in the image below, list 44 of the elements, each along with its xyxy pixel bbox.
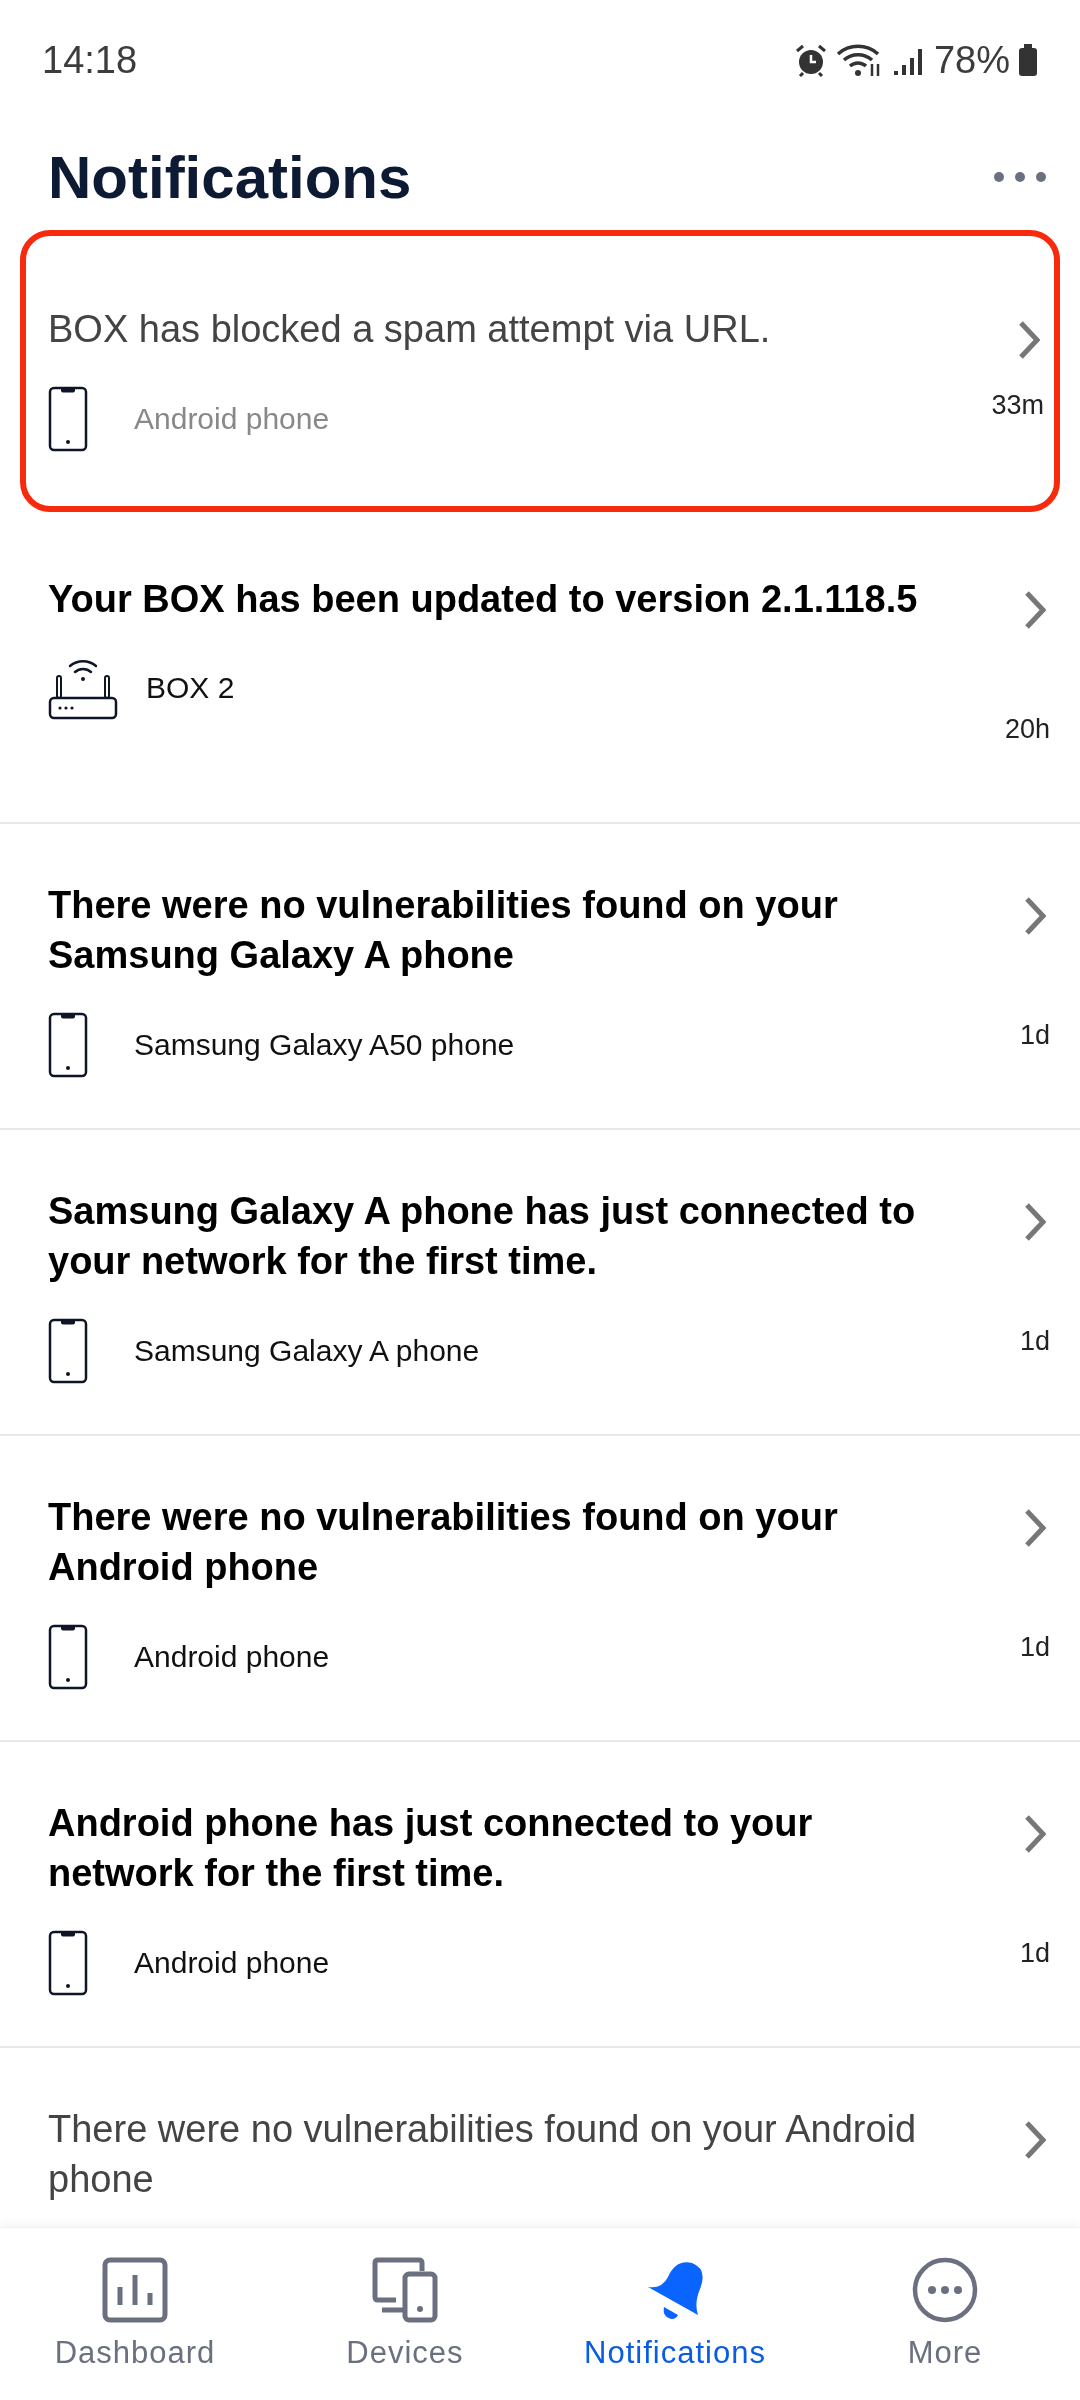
bar-chart-icon [102,2257,168,2323]
chevron-right-icon[interactable] [1018,320,1040,360]
notification-time: 1d [1019,1020,1050,1051]
notification-title[interactable]: There were no vulnerabilities found on your Android phone [48,2104,930,2204]
more-icon [912,2257,978,2323]
notification-title[interactable]: There were no vulnerabilities found on your Samsung Galaxy A phone [48,880,930,980]
notification-time: 1d [1019,1632,1050,1663]
notification-title[interactable]: Samsung Galaxy A phone has just connected to your network for the first time. [48,1186,930,1286]
battery-percent: 78% [933,38,1010,82]
page-title: Notifications [48,142,412,212]
notification-time: 1d [1019,1326,1050,1357]
phone-icon [48,1930,88,1996]
device-name: Samsung Galaxy A phone [134,1334,480,1368]
nav-tab[interactable]: Devices [270,2228,540,2400]
more-icon[interactable] [992,170,1048,184]
alarm-icon [793,43,828,77]
notification-time: 33m [991,390,1044,421]
device-name: Android phone [134,1946,330,1980]
chevron-right-icon[interactable] [1024,590,1046,630]
chevron-right-icon[interactable] [1024,1814,1046,1854]
devices-icon [372,2257,438,2323]
notification-time: 20h [1004,714,1050,745]
notification-title[interactable]: Android phone has just connected to your network for the first time. [48,1798,930,1898]
nav-tab[interactable]: More [810,2228,1080,2400]
status-time: 14:18 [42,38,138,82]
nav-tab[interactable]: Dashboard [0,2228,270,2400]
phone-icon [48,386,88,452]
battery-icon [1018,43,1038,77]
chevron-right-icon[interactable] [1024,1508,1046,1548]
notification-title[interactable]: BOX has blocked a spam attempt via URL. [48,304,950,354]
device-name: Android phone [134,402,330,436]
phone-icon [48,1624,88,1690]
chevron-right-icon[interactable] [1024,896,1046,936]
device-name: BOX 2 [146,671,235,705]
phone-icon [48,1012,88,1078]
device-name: Android phone [134,1640,330,1674]
chevron-right-icon[interactable] [1024,1202,1046,1242]
nav-tab[interactable]: Notifications [540,2228,810,2400]
notification-title[interactable]: There were no vulnerabilities found on your Android phone [48,1492,930,1592]
notification-title[interactable]: Your BOX has been updated to version 2.1.118.5 [48,574,930,624]
device-name: Samsung Galaxy A50 phone [134,1028,515,1062]
phone-icon [48,1318,88,1384]
notification-time: 1d [1019,1938,1050,1969]
chevron-right-icon[interactable] [1024,2120,1046,2160]
